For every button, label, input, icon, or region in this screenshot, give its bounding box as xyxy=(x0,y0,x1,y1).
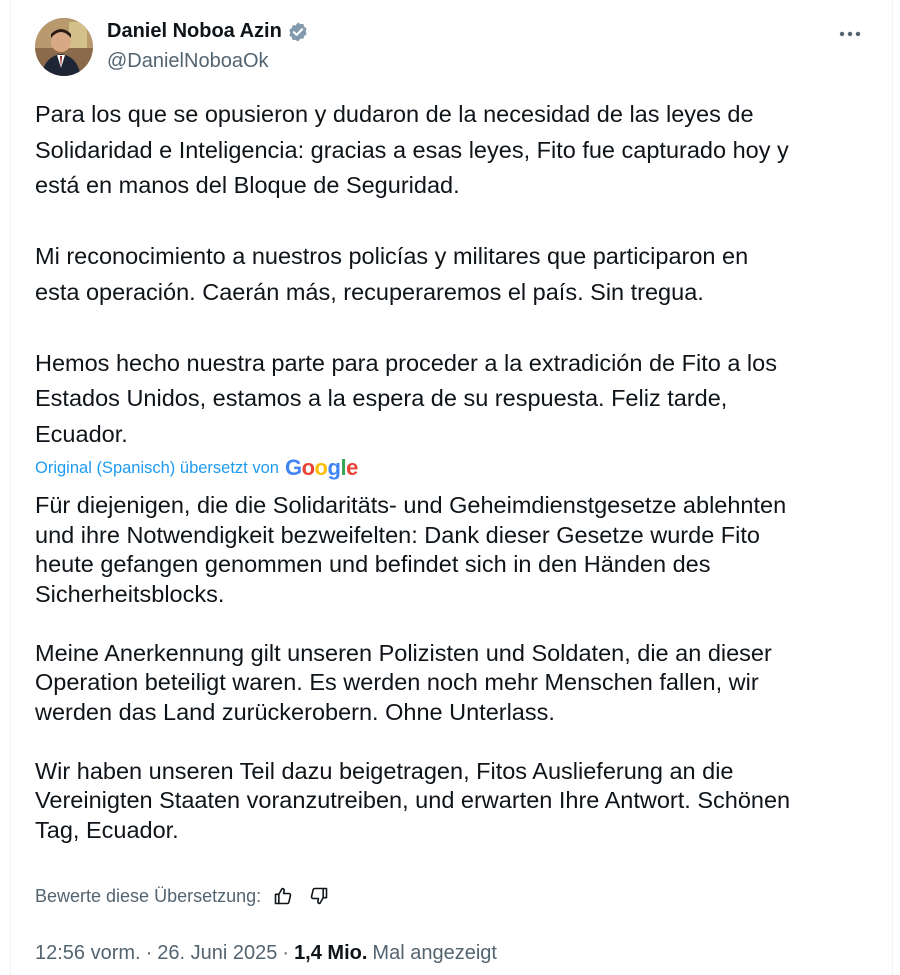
meta-separator: · xyxy=(145,942,153,964)
tweet-date[interactable]: 26. Juni 2025 xyxy=(157,942,277,965)
author-handle[interactable]: @DanielNoboaOk xyxy=(107,50,269,73)
translation-attribution[interactable]: Original (Spanisch) übersetzt von Google xyxy=(35,455,358,481)
thumbs-up-icon[interactable] xyxy=(271,884,295,908)
tweet-time[interactable]: 12:56 vorm. xyxy=(35,942,141,965)
original-paragraph: Hemos hecho nuestra parte para proceder … xyxy=(35,349,777,447)
thumbs-down-icon[interactable] xyxy=(307,884,331,908)
more-options-button[interactable] xyxy=(834,20,866,48)
verified-badge-icon xyxy=(287,21,309,43)
rate-translation-row: Bewerte diese Übersetzung: xyxy=(35,884,331,908)
tweet-translated-text: Für diejenigen, die die Solidaritäts- un… xyxy=(35,491,790,845)
author-display-name[interactable]: Daniel Noboa Azin xyxy=(107,20,282,43)
meta-separator: · xyxy=(282,942,290,964)
view-count-label: Mal angezeigt xyxy=(372,942,497,964)
tweet-original-text: Para los que se opusieron y dudaron de l… xyxy=(35,97,789,452)
translated-paragraph: Meine Anerkennung gilt unseren Poliziste… xyxy=(35,639,772,725)
translated-paragraph: Für diejenigen, die die Solidaritäts- un… xyxy=(35,492,787,607)
tweet-card: Daniel Noboa Azin @DanielNoboaOk Para lo… xyxy=(10,0,893,975)
more-horizontal-icon xyxy=(839,31,861,37)
original-paragraph: Para los que se opusieron y dudaron de l… xyxy=(35,101,789,198)
original-paragraph: Mi reconocimiento a nuestros policías y … xyxy=(35,243,749,305)
view-count: 1,4 Mio. xyxy=(294,942,368,964)
tweet-meta: 12:56 vorm. · 26. Juni 2025 · 1,4 Mio. M… xyxy=(35,942,497,965)
author-name-row[interactable]: Daniel Noboa Azin xyxy=(107,20,309,43)
avatar[interactable] xyxy=(35,18,93,76)
translated-paragraph: Wir haben unseren Teil dazu beigetragen,… xyxy=(35,757,791,843)
translation-label[interactable]: Original (Spanisch) übersetzt von xyxy=(35,459,279,478)
rate-translation-label: Bewerte diese Übersetzung: xyxy=(35,885,262,906)
google-logo: Google xyxy=(284,455,358,480)
